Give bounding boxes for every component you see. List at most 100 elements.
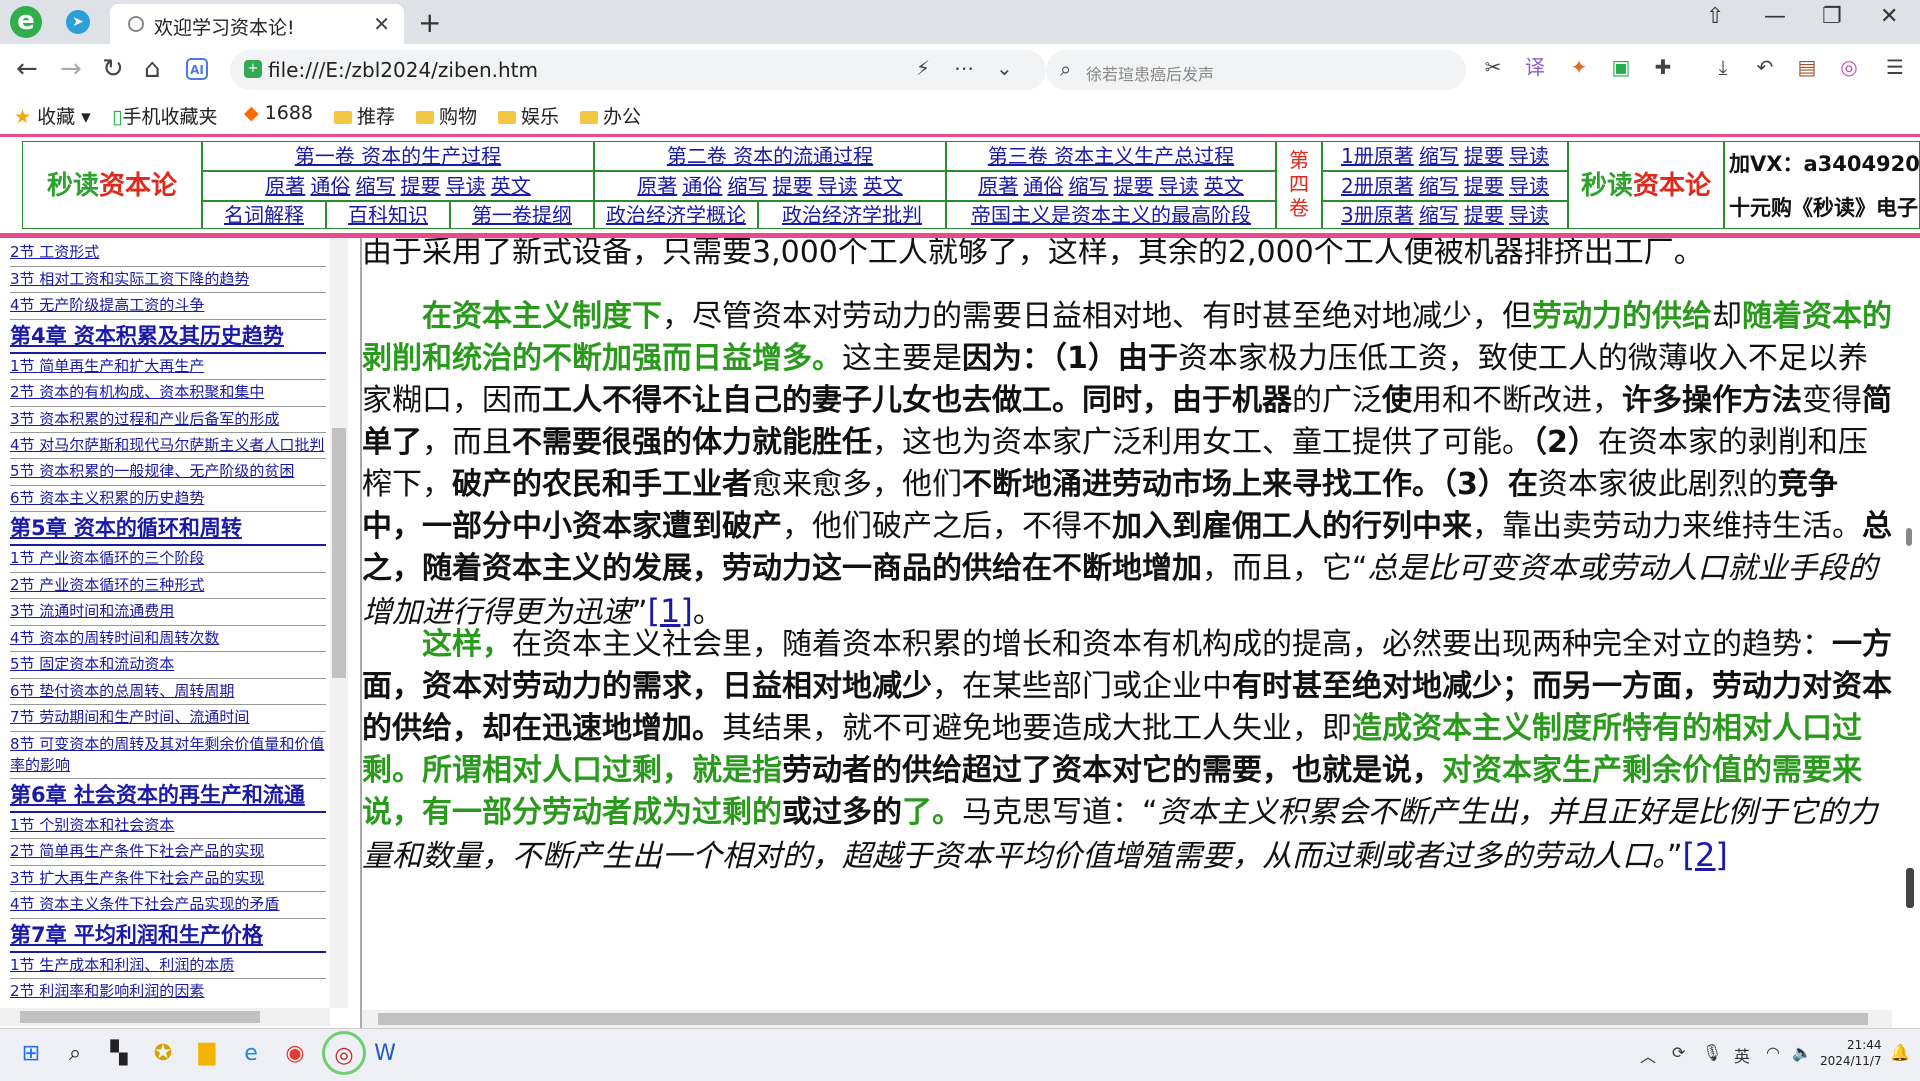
wifi-icon[interactable]: ◠ bbox=[1766, 1043, 1780, 1062]
bookmark-mobile[interactable]: ▯手机收藏夹 bbox=[112, 102, 217, 129]
sidebar-vertical-scrollbar[interactable] bbox=[330, 238, 348, 1008]
search-box[interactable]: ⌕ 徐若瑄患癌后发声 bbox=[1046, 50, 1466, 90]
chrome-icon[interactable]: ◉ bbox=[280, 1039, 310, 1069]
file-explorer-icon[interactable]: ▇ bbox=[192, 1039, 222, 1069]
vol2-link-english[interactable]: 英文 bbox=[863, 174, 903, 198]
browser-app-icon[interactable]: ◎ bbox=[322, 1031, 366, 1075]
toc-section-link[interactable]: 2节 利润率和影响利润的因素 bbox=[10, 979, 326, 1000]
lightning-icon[interactable]: ⚡ bbox=[916, 56, 930, 80]
toc-section-link[interactable]: 2节 简单再生产条件下社会产品的实现 bbox=[10, 839, 326, 866]
more-icon[interactable]: ⋯ bbox=[954, 56, 974, 80]
vol2-link-summary[interactable]: 提要 bbox=[773, 174, 813, 198]
url-text[interactable]: file:///E:/zbl2024/ziben.htm bbox=[268, 58, 538, 82]
ime-indicator[interactable]: 英 bbox=[1734, 1043, 1750, 1067]
book1-guide-link[interactable]: 导读 bbox=[1509, 144, 1549, 168]
restore-icon[interactable]: ❐ bbox=[1822, 4, 1842, 29]
new-tab-icon[interactable]: + bbox=[418, 6, 441, 39]
bookmark-folder-office[interactable]: 办公 bbox=[580, 102, 641, 129]
toc-section-link[interactable]: 1节 简单再生产和扩大再生产 bbox=[10, 354, 326, 380]
search-icon[interactable]: ⌕ bbox=[60, 1039, 90, 1069]
vol3-link-english[interactable]: 英文 bbox=[1204, 174, 1244, 198]
book2-abridged-link[interactable]: 缩写 bbox=[1419, 174, 1459, 198]
vol3-link-guide[interactable]: 导读 bbox=[1159, 174, 1199, 198]
download-icon[interactable]: ⤓ bbox=[1710, 54, 1736, 80]
main-horizontal-scrollbar[interactable] bbox=[362, 1010, 1892, 1028]
toc-section-link[interactable]: 8节 可变资本的周转及其对年剩余价值量和价值率的影响 bbox=[10, 732, 326, 779]
vol1-link-popular[interactable]: 通俗 bbox=[310, 174, 350, 198]
book2-original-link[interactable]: 2册原著 bbox=[1341, 174, 1414, 198]
toc-section-link[interactable]: 7节 劳动期间和生产时间、流通时间 bbox=[10, 705, 326, 732]
chevron-down-icon[interactable]: ⌄ bbox=[996, 56, 1013, 80]
scrollbar-thumb[interactable] bbox=[378, 1013, 1868, 1025]
vol1-link-english[interactable]: 英文 bbox=[491, 174, 531, 198]
vol4-cell[interactable]: 第四卷 bbox=[1276, 141, 1322, 229]
book1-abridged-link[interactable]: 缩写 bbox=[1419, 144, 1459, 168]
toc-section-link[interactable]: 1节 个别资本和社会资本 bbox=[10, 813, 326, 839]
tray-expand-icon[interactable]: ︿ bbox=[1640, 1043, 1656, 1067]
game-icon[interactable]: ✦ bbox=[1566, 54, 1592, 80]
toc-chapter-link[interactable]: 第4章 资本积累及其历史趋势 bbox=[10, 320, 326, 354]
vol2-title-link[interactable]: 第二卷 资本的流通过程 bbox=[667, 144, 873, 168]
toc-section-link[interactable]: 3节 扩大再生产条件下社会产品的实现 bbox=[10, 866, 326, 892]
toc-section-link[interactable]: 6节 垫付资本的总周转、周转周期 bbox=[10, 679, 326, 705]
close-tab-icon[interactable]: ✕ bbox=[373, 12, 390, 36]
vol3-link-summary[interactable]: 提要 bbox=[1114, 174, 1154, 198]
minimize-icon[interactable]: — bbox=[1764, 4, 1786, 29]
extensions-icon[interactable]: ✚ bbox=[1650, 54, 1676, 80]
browser-tab-active[interactable]: 欢迎学习资本论! ✕ bbox=[110, 4, 404, 44]
toc-section-link[interactable]: 2节 工资形式 bbox=[10, 240, 326, 267]
notification-icon[interactable]: 🔔 bbox=[1890, 1043, 1910, 1062]
bookmark-folder-shopping[interactable]: 购物 bbox=[416, 102, 477, 129]
book2-summary-link[interactable]: 提要 bbox=[1464, 174, 1504, 198]
microphone-icon[interactable]: 🎙 bbox=[1702, 1043, 1722, 1062]
vol1-link-summary[interactable]: 提要 bbox=[401, 174, 441, 198]
toc-section-link[interactable]: 4节 对马尔萨斯和现代马尔萨斯主义者人口批判 bbox=[10, 433, 326, 459]
book3-guide-link[interactable]: 导读 bbox=[1509, 203, 1549, 227]
toc-section-link[interactable]: 4节 无产阶级提高工资的斗争 bbox=[10, 293, 326, 320]
vol1-outline-link[interactable]: 第一卷提纲 bbox=[472, 203, 572, 227]
toc-section-link[interactable]: 3节 相对工资和实际工资下降的趋势 bbox=[10, 267, 326, 293]
vol1-link-abridged[interactable]: 缩写 bbox=[355, 174, 395, 198]
close-window-icon[interactable]: ✕ bbox=[1880, 4, 1898, 29]
footnote-link[interactable]: [2] bbox=[1683, 836, 1728, 874]
vol2-link-original[interactable]: 原著 bbox=[637, 174, 677, 198]
start-icon[interactable]: ⊞ bbox=[16, 1039, 46, 1069]
vol2-link-abridged[interactable]: 缩写 bbox=[727, 174, 767, 198]
main-vertical-scrollbar[interactable] bbox=[1892, 238, 1920, 1028]
book1-original-link[interactable]: 1册原著 bbox=[1341, 144, 1414, 168]
book3-original-link[interactable]: 3册原著 bbox=[1341, 203, 1414, 227]
vol2-link-popular[interactable]: 通俗 bbox=[682, 174, 722, 198]
toc-chapter-link[interactable]: 第7章 平均利润和生产价格 bbox=[10, 919, 326, 953]
ai-avatar-icon[interactable]: ◎ bbox=[1836, 54, 1862, 80]
search-placeholder[interactable]: 徐若瑄患癌后发声 bbox=[1086, 61, 1214, 85]
forward-icon[interactable]: → bbox=[60, 54, 82, 84]
brand-left[interactable]: 秒读资本论 bbox=[22, 141, 202, 229]
ai-assistant-icon[interactable]: AI bbox=[186, 58, 208, 80]
vol1-link-guide[interactable]: 导读 bbox=[446, 174, 486, 198]
glossary-link[interactable]: 名词解释 bbox=[224, 203, 304, 227]
back-icon[interactable]: ← bbox=[16, 54, 38, 84]
toc-section-link[interactable]: 2节 产业资本循环的三种形式 bbox=[10, 573, 326, 599]
scrollbar-thumb[interactable] bbox=[20, 1011, 260, 1023]
political-economy-link[interactable]: 政治经济学概论 bbox=[606, 203, 746, 227]
word-icon[interactable]: W bbox=[370, 1039, 400, 1069]
scrollbar-thumb[interactable] bbox=[1906, 528, 1912, 546]
system-clock[interactable]: 21:44 2024/11/7 bbox=[1820, 1037, 1882, 1069]
edge-icon[interactable]: e bbox=[236, 1039, 266, 1069]
scrollbar-thumb[interactable] bbox=[332, 428, 346, 678]
toc-section-link[interactable]: 1节 生产成本和利润、利润的本质 bbox=[10, 953, 326, 979]
book3-abridged-link[interactable]: 缩写 bbox=[1419, 203, 1459, 227]
toc-section-link[interactable]: 6节 资本主义积累的历史趋势 bbox=[10, 486, 326, 512]
bookmark-1688[interactable]: ◆ 1688 bbox=[244, 102, 313, 124]
home-icon[interactable]: ⌂ bbox=[144, 54, 161, 84]
app-icon[interactable]: ✪ bbox=[148, 1039, 178, 1069]
encyclopedia-link[interactable]: 百科知识 bbox=[348, 203, 428, 227]
browser-logo-icon[interactable]: e bbox=[10, 6, 42, 38]
bookmark-favorites[interactable]: ★ 收藏 ▾ bbox=[14, 102, 91, 129]
url-bar[interactable]: + file:///E:/zbl2024/ziben.htm ⚡ ⋯ ⌄ bbox=[230, 50, 1046, 90]
toc-section-link[interactable]: 5节 资本积累的一般规律、无产阶级的贫困 bbox=[10, 459, 326, 486]
scissors-icon[interactable]: ✂ bbox=[1480, 54, 1506, 80]
undo-icon[interactable]: ↶ bbox=[1752, 54, 1778, 80]
vol2-link-guide[interactable]: 导读 bbox=[818, 174, 858, 198]
toc-section-link[interactable]: 1节 产业资本循环的三个阶段 bbox=[10, 546, 326, 573]
